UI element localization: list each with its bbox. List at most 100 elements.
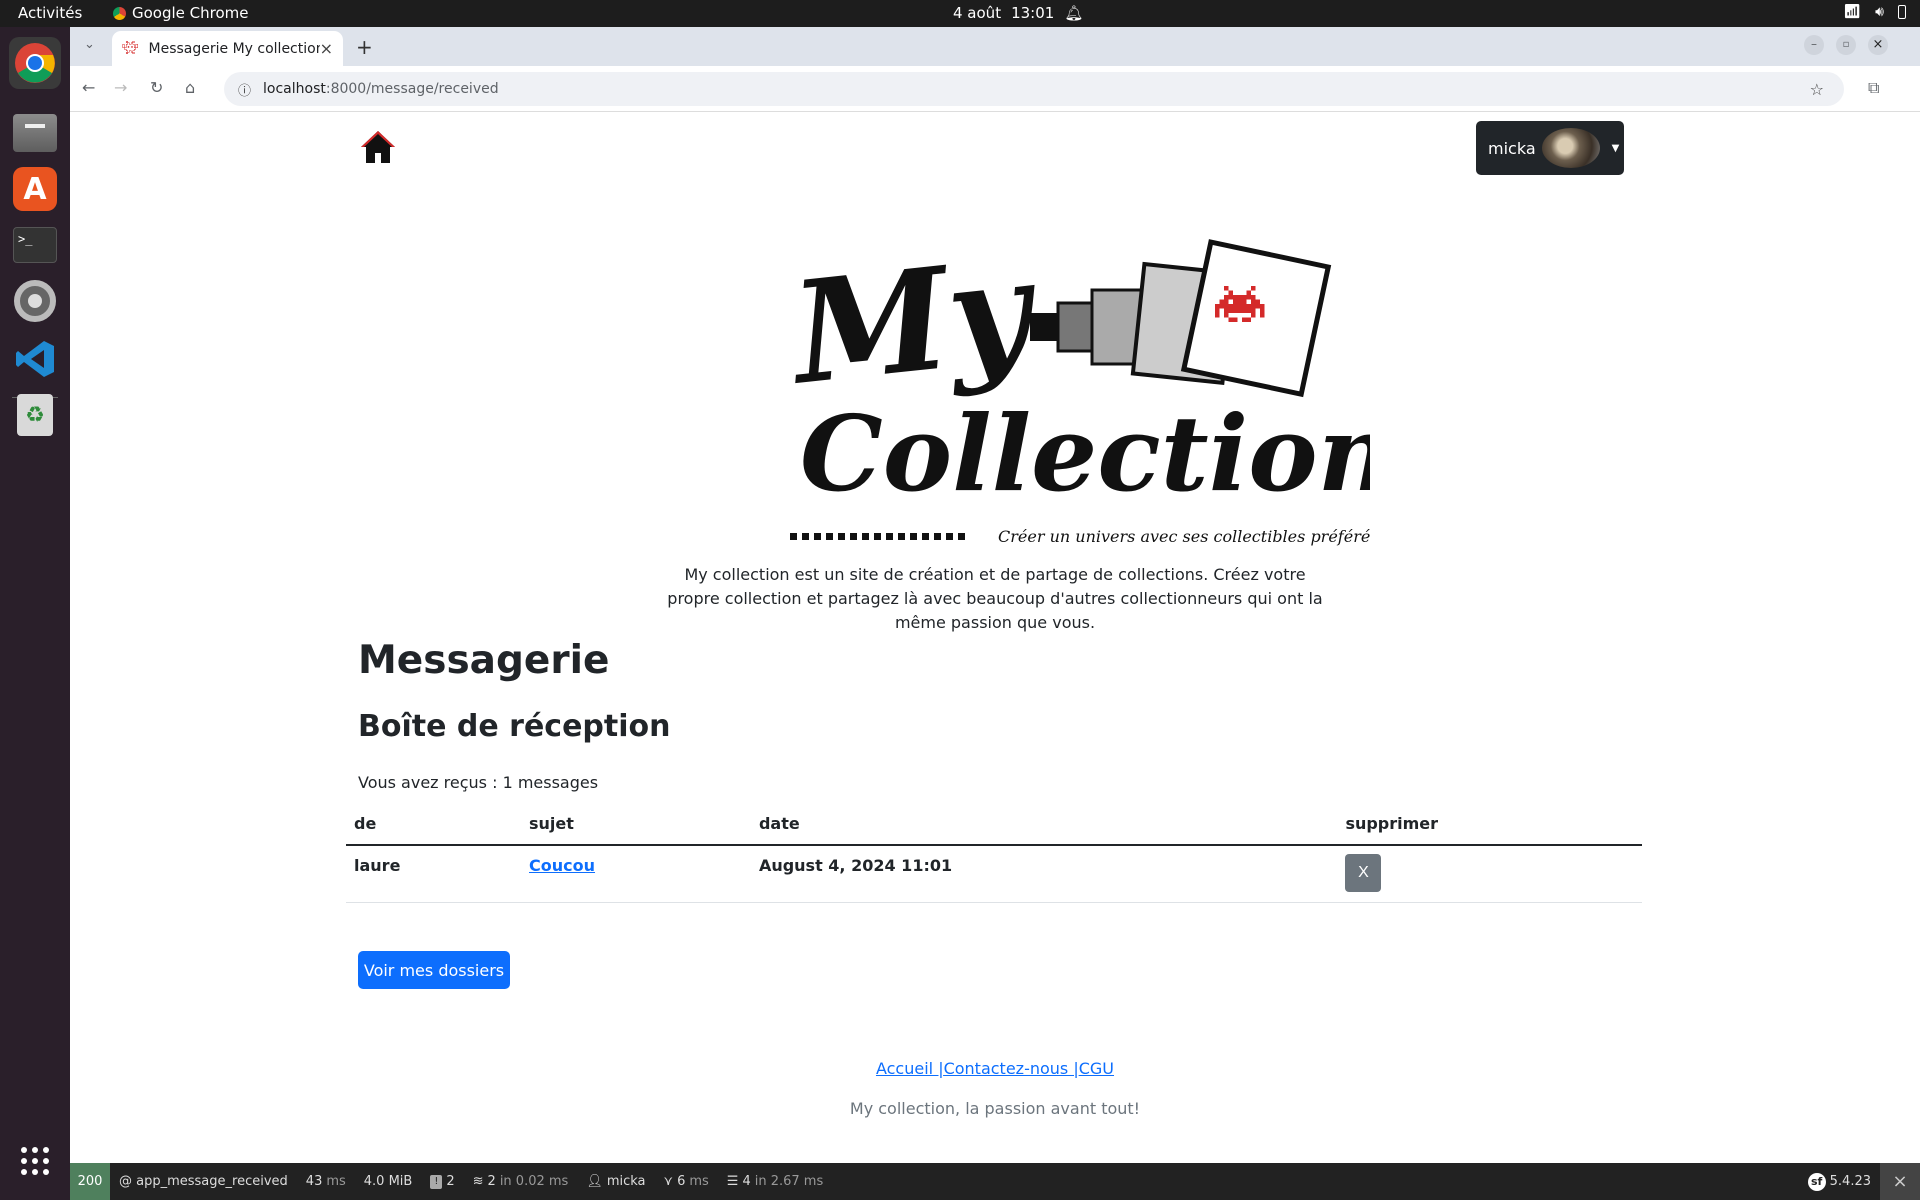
sf-logs[interactable]: ! 2 <box>421 1174 463 1189</box>
sf-db-icon: ☰ <box>726 1174 739 1189</box>
user-menu-button[interactable]: micka ▼ <box>1476 121 1624 175</box>
logo-camera-shape <box>1030 239 1332 398</box>
notification-bell-icon: 🔔︎ <box>1064 4 1084 22</box>
caret-down-icon: ▼ <box>1611 142 1620 154</box>
sf-route[interactable]: @ app_message_received <box>110 1174 297 1189</box>
sf-memory[interactable]: 4.0 MiB <box>355 1174 422 1189</box>
logo-dotted-line <box>790 533 965 540</box>
chrome-dock-icon[interactable] <box>9 37 61 89</box>
settings-dock-icon[interactable] <box>9 275 61 327</box>
home-icon[interactable]: ⌂ <box>185 78 195 97</box>
footer-link-contact[interactable]: Contactez-nous | <box>944 1059 1079 1078</box>
sf-twig-unit: ms <box>689 1174 709 1189</box>
url-path: :8000/message/received <box>325 81 499 97</box>
sf-twig-time: 6 <box>677 1174 686 1189</box>
vscode-dock-icon[interactable] <box>9 333 61 385</box>
page-content: micka ▼ My Collection Créer un univers a… <box>70 113 1920 1163</box>
show-apps-icon[interactable] <box>9 1135 61 1187</box>
sf-version[interactable]: sf 5.4.23 <box>1799 1172 1880 1191</box>
site-info-icon[interactable]: ⓘ <box>238 80 251 99</box>
volume-icon: 🔊︎ <box>1875 4 1884 20</box>
sf-db[interactable]: ☰ 4 in 2.67 ms <box>718 1174 832 1189</box>
app-center-dock-icon[interactable]: A <box>9 163 61 215</box>
tab-close-icon[interactable]: × <box>320 39 333 58</box>
restore-icon[interactable]: ▫ <box>1836 35 1856 55</box>
tab-search-chevron-icon[interactable]: ⌄ <box>84 37 95 52</box>
sf-status-code[interactable]: 200 <box>70 1163 110 1200</box>
system-tray[interactable]: 📶︎ 🔊︎ <box>1843 4 1906 20</box>
trash-dock-icon[interactable]: ♻ <box>9 389 61 441</box>
chrome-window: ⌄ 👾︎ Messagerie My collection × + – ▫ × … <box>70 27 1920 1163</box>
system-top-bar: Activités Google Chrome 4 août 13:01 🔔︎ … <box>0 0 1920 27</box>
tab-title: Messagerie My collection <box>148 40 320 57</box>
column-header-delete: supprimer <box>1337 803 1642 846</box>
sf-cache-icon: ≋ <box>472 1174 484 1189</box>
tab-messagerie[interactable]: 👾︎ Messagerie My collection × <box>112 31 343 66</box>
bookmark-star-icon[interactable]: ☆ <box>1810 80 1824 99</box>
activities-button[interactable]: Activités <box>18 4 82 22</box>
dock: A >_ ♻ <box>0 27 70 1200</box>
sf-version-number: 5.4.23 <box>1829 1174 1871 1189</box>
sf-user-name: micka <box>606 1174 646 1189</box>
message-date: August 4, 2024 11:01 <box>750 845 1338 903</box>
sf-db-time: in 2.67 ms <box>754 1174 824 1189</box>
extensions-icon[interactable]: ⧉ <box>1868 78 1879 98</box>
page-title: Messagerie <box>358 638 610 683</box>
sf-right-group: sf 5.4.23 × <box>1799 1163 1920 1200</box>
symfony-debug-toolbar: 200 @ app_message_received 43 ms 4.0 MiB … <box>70 1163 1920 1200</box>
sf-user[interactable]: 👤︎ micka <box>577 1174 654 1189</box>
view-folders-button[interactable]: Voir mes dossiers <box>358 951 510 989</box>
column-header-date: date <box>750 803 1338 846</box>
site-logo: My Collection Créer un univers avec ses … <box>782 228 1370 546</box>
address-bar[interactable]: ⓘ localhost :8000/message/received ☆ <box>224 72 1844 106</box>
wifi-icon: 📶︎ <box>1843 4 1862 20</box>
back-icon[interactable]: ← <box>82 78 95 97</box>
messages-table: de sujet date supprimer laure Coucou Aug… <box>346 803 1642 903</box>
sf-logs-count: 2 <box>446 1174 455 1189</box>
reload-icon[interactable]: ↻ <box>150 78 163 97</box>
sf-db-queries: 4 <box>742 1174 751 1189</box>
footer-link-home[interactable]: Accueil | <box>876 1059 944 1078</box>
active-app-name: Google Chrome <box>132 4 249 22</box>
sf-toolbar-close-icon[interactable]: × <box>1880 1163 1920 1200</box>
user-name: micka <box>1488 138 1536 158</box>
footer-links: Accueil |Contactez-nous |CGU <box>70 1059 1920 1078</box>
terminal-dock-icon[interactable]: >_ <box>9 219 61 271</box>
browser-toolbar: ← → ↻ ⌂ ⓘ localhost :8000/message/receiv… <box>70 66 1920 112</box>
logo-title-line1: My <box>782 228 1047 417</box>
window-close-icon[interactable]: × <box>1868 35 1888 55</box>
logo-title-line2: Collection <box>800 392 1370 515</box>
message-subject-cell: Coucou <box>521 845 751 903</box>
chrome-small-icon <box>113 6 126 20</box>
minimize-icon[interactable]: – <box>1804 35 1824 55</box>
invader-favicon-icon: 👾︎ <box>122 41 139 56</box>
sf-time-value: 43 <box>305 1174 323 1189</box>
sf-cache[interactable]: ≋ 2 in 0.02 ms <box>464 1174 578 1189</box>
footer-link-cgu[interactable]: CGU <box>1079 1059 1114 1078</box>
message-delete-cell: X <box>1337 845 1642 903</box>
battery-icon <box>1898 5 1906 19</box>
delete-message-button[interactable]: X <box>1345 854 1382 892</box>
logo-tagline: Créer un univers avec ses collectibles p… <box>998 527 1370 546</box>
sf-logs-icon: ! <box>430 1174 443 1189</box>
sf-time[interactable]: 43 ms <box>297 1174 355 1189</box>
time-text: 13:01 <box>1011 4 1055 22</box>
sf-cache-time: in 0.02 ms <box>499 1174 569 1189</box>
forward-icon[interactable]: → <box>114 78 127 97</box>
message-count: Vous avez reçus : 1 messages <box>358 773 599 792</box>
url-host: localhost <box>263 81 326 97</box>
new-tab-icon[interactable]: + <box>356 35 373 59</box>
inbox-title: Boîte de réception <box>358 709 671 744</box>
table-header-row: de sujet date supprimer <box>346 803 1642 846</box>
files-dock-icon[interactable] <box>9 107 61 159</box>
message-from: laure <box>346 845 522 903</box>
table-row: laure Coucou August 4, 2024 11:01 X <box>346 845 1642 903</box>
home-nav-icon[interactable] <box>359 129 397 165</box>
avatar <box>1541 128 1600 168</box>
message-subject-link[interactable]: Coucou <box>529 856 595 875</box>
sf-user-icon: 👤︎ <box>586 1174 603 1189</box>
symfony-logo-icon: sf <box>1807 1172 1826 1191</box>
sf-twig[interactable]: ⋎ 6 ms <box>655 1174 718 1189</box>
clock[interactable]: 4 août 13:01 🔔︎ <box>953 4 1083 22</box>
active-app-indicator[interactable]: Google Chrome <box>113 4 249 22</box>
